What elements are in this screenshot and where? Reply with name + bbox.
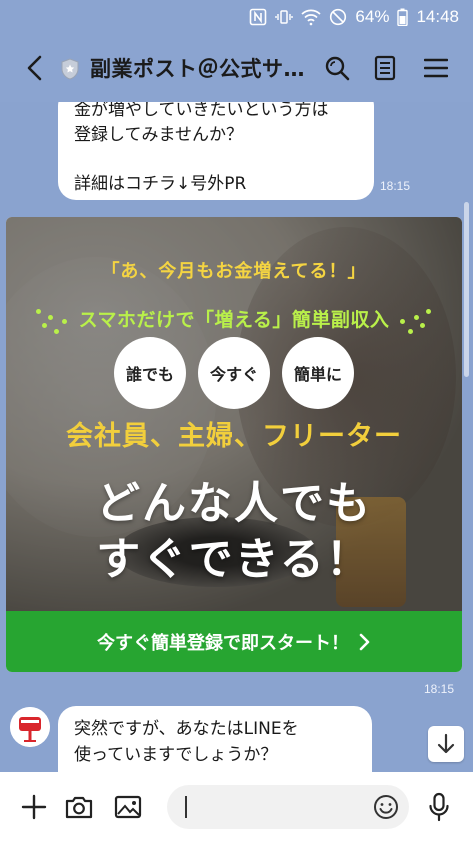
wifi-icon	[301, 8, 322, 26]
avatar[interactable]	[10, 707, 50, 747]
add-button[interactable]	[16, 789, 52, 825]
back-button[interactable]	[18, 51, 52, 85]
message-text: 使っていますでしょうか？	[74, 745, 278, 765]
status-bar: 64% 14:48	[0, 0, 473, 34]
message-bubble[interactable]: 突然ですが、あなたはLINEを 使っていますでしょうか？	[58, 706, 372, 772]
back-icon	[27, 55, 42, 81]
image-icon	[114, 795, 142, 819]
voice-button[interactable]	[421, 789, 457, 825]
emoji-icon	[374, 795, 398, 819]
chat-scrollbar[interactable]	[464, 202, 469, 377]
nfc-icon	[249, 8, 267, 26]
clock: 14:48	[416, 7, 459, 26]
message-text: 突然ですが、あなたはLINEを	[74, 719, 299, 739]
emoji-button[interactable]	[371, 792, 401, 822]
chat-header: 副業ポスト＠公式サ…	[0, 34, 473, 102]
scroll-to-latest-button[interactable]	[428, 726, 464, 762]
camera-button[interactable]	[61, 789, 97, 825]
mailbox-icon	[10, 707, 50, 747]
text-caret	[185, 796, 187, 818]
banner-targets: 会社員、主婦、フリーター	[66, 421, 402, 452]
battery-level: 64%	[355, 7, 390, 26]
search-button[interactable]	[320, 51, 354, 85]
vibrate-icon	[275, 8, 294, 26]
official-shield-icon	[61, 58, 79, 80]
chevron-right-icon	[359, 633, 370, 650]
do-not-disturb-icon	[329, 8, 347, 26]
arrow-down-icon	[437, 733, 455, 754]
feature-badge: 簡単に	[282, 337, 354, 409]
battery-icon	[397, 8, 409, 26]
menu-button[interactable]	[419, 51, 453, 85]
banner-photo: 「あ、今月もお金増えてる！」 スマホだけで「増える」簡単副収入 誰でも 今すぐ …	[6, 217, 462, 611]
sparkle-dots-right	[386, 305, 436, 339]
chat-title[interactable]: 副業ポスト＠公式サ…	[90, 53, 306, 83]
message-text: 登録してみませんか？	[74, 125, 243, 145]
message-input-bar	[0, 772, 473, 841]
plus-icon	[21, 794, 47, 820]
rich-banner-message[interactable]: 「あ、今月もお金増えてる！」 スマホだけで「増える」簡単副収入 誰でも 今すぐ …	[6, 217, 462, 672]
notes-icon	[374, 55, 396, 81]
banner-catchphrase: 「あ、今月もお金増えてる！」	[101, 261, 367, 282]
register-cta-button[interactable]: 今すぐ簡単登録で即スタート！	[6, 611, 462, 672]
message-text: 詳細はコチラ↓号外PR	[74, 174, 247, 194]
camera-icon	[65, 796, 93, 819]
chat-area[interactable]: 金が増やしていきたいという方は 登録してみませんか？ 詳細はコチラ↓号外PR 1…	[0, 102, 473, 772]
message-time: 18:15	[380, 179, 411, 193]
message-input[interactable]	[167, 785, 409, 829]
banner-headline: どんな人でも	[96, 478, 372, 529]
image-button[interactable]	[110, 789, 146, 825]
message-text: 金が増やしていきたいという方は	[74, 102, 329, 120]
banner-headline: すぐできる！	[96, 534, 372, 585]
search-icon	[325, 56, 350, 81]
menu-icon	[424, 58, 448, 78]
message-time: 18:15	[424, 682, 455, 696]
feature-badge: 今すぐ	[198, 337, 270, 409]
microphone-icon	[429, 792, 449, 822]
feature-badge: 誰でも	[114, 337, 186, 409]
message-bubble[interactable]: 金が増やしていきたいという方は 登録してみませんか？ 詳細はコチラ↓号外PR	[58, 102, 374, 200]
feature-badges: 誰でも 今すぐ 簡単に	[6, 337, 462, 409]
notes-button[interactable]	[368, 51, 402, 85]
cta-label: 今すぐ簡単登録で即スタート！	[97, 632, 349, 654]
